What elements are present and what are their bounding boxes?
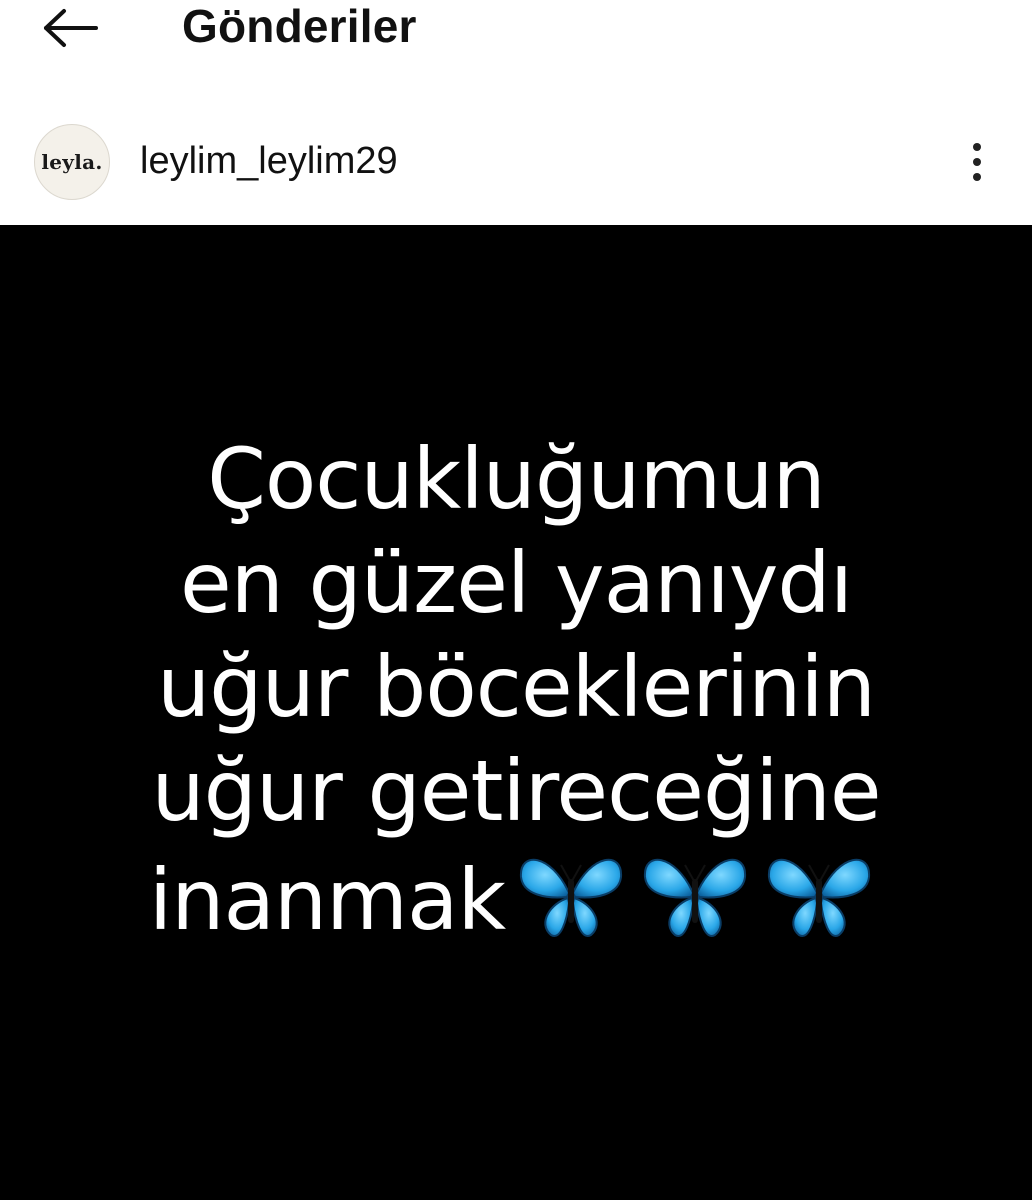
butterfly-icon bbox=[768, 858, 871, 937]
avatar[interactable]: leyla. bbox=[34, 124, 110, 200]
post-text-last-line: inanmak bbox=[0, 843, 1032, 966]
more-vertical-icon bbox=[973, 143, 981, 151]
arrow-left-icon bbox=[44, 9, 98, 47]
more-vertical-icon-dot bbox=[973, 173, 981, 181]
back-button[interactable] bbox=[30, 0, 110, 56]
more-options-button[interactable] bbox=[952, 132, 1002, 192]
top-bar: Gönderiler bbox=[0, 0, 1032, 62]
page-title: Gönderiler bbox=[182, 0, 417, 52]
more-vertical-icon-dot bbox=[973, 158, 981, 166]
butterfly-icon bbox=[520, 858, 623, 937]
post-image[interactable]: Çocukluğumun en güzel yanıydı uğur böcek… bbox=[0, 225, 1032, 1200]
post-text-line: uğur getireceğine bbox=[151, 742, 881, 840]
butterfly-icon bbox=[644, 858, 747, 937]
post-text-line: Çocukluğumun bbox=[207, 430, 826, 528]
avatar-logo-text: leyla. bbox=[41, 150, 103, 174]
post-header: leyla. leylim_leylim29 bbox=[0, 110, 1032, 210]
butterfly-emojis bbox=[511, 843, 883, 966]
post-image-text: Çocukluğumun en güzel yanıydı uğur böcek… bbox=[0, 427, 1032, 966]
post-text-line: en güzel yanıydı bbox=[179, 534, 853, 632]
post-text-line: uğur böceklerinin bbox=[157, 638, 876, 736]
post-text-line: inanmak bbox=[148, 851, 506, 949]
post-username[interactable]: leylim_leylim29 bbox=[140, 138, 398, 184]
